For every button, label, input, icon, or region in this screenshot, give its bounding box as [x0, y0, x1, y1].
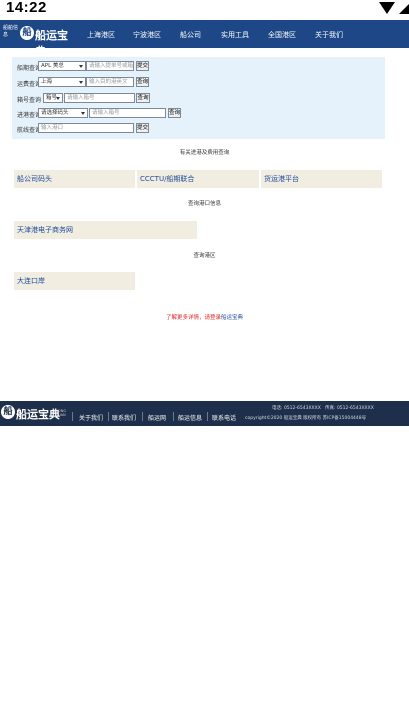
freight-query-button[interactable]: 查询 [136, 77, 149, 87]
logo-mark-icon: 船 [20, 26, 34, 40]
section-link-freight-platform[interactable]: 货运港平台 [261, 170, 382, 188]
nav-ningbo-port[interactable]: 宁波港区 [133, 30, 161, 40]
status-bar: 14:22 [0, 0, 409, 20]
section-link-tianjin[interactable]: 天津港电子商务网 [14, 221, 197, 239]
container-query-button[interactable]: 查询 [136, 93, 150, 103]
site-logo[interactable]: 船 船运宝典 [20, 24, 72, 58]
nav-about-us[interactable]: 关于我们 [315, 30, 343, 40]
wifi-icon [379, 2, 395, 14]
footer-divider [173, 412, 174, 421]
footer-link[interactable]: 船运网 [148, 413, 166, 422]
login-notice: 了解更多详情，请登录船运宝典 [0, 313, 409, 321]
footer-divider [108, 412, 109, 421]
nav-shipping-lines[interactable]: 船公司 [180, 30, 201, 40]
footer-divider [207, 412, 208, 421]
bill-number-input[interactable]: 请输入提单号或箱号 [86, 61, 134, 71]
footer-divider [72, 412, 73, 421]
footer-divider [142, 412, 143, 421]
nav-tools[interactable]: 实用工具 [221, 30, 249, 40]
login-notice-text: 了解更多详情，请登录 [165, 315, 221, 321]
footer-logo-mark-icon: 船 [1, 405, 15, 419]
footer-link[interactable]: 联系我们 [112, 413, 136, 422]
origin-select[interactable]: 上海 [38, 77, 86, 87]
section-link-carrier-terminal[interactable]: 船公司码头 [14, 170, 135, 188]
section-link-ccctu[interactable]: CCCTU/船期联合 [137, 170, 259, 188]
destination-input[interactable]: 输入目的港英文 [86, 77, 134, 87]
footer-link[interactable]: 船运信息 [178, 413, 202, 422]
clock: 14:22 [6, 0, 47, 16]
screen: 14:22 船舶信息 船 船运宝典 上海港区 宁波港区 船公司 实用工具 全国港… [0, 0, 409, 724]
nav-national-ports[interactable]: 全国港区 [268, 30, 296, 40]
footer-fax: 传真: 0512-6543XXXX [325, 406, 374, 411]
logo-text: 船运宝典 [35, 29, 68, 58]
container-type-select[interactable]: 箱号 [43, 93, 63, 103]
footer-phone: 电话: 0512-6543XXXX [272, 406, 321, 411]
footer-link[interactable]: 关于我们 [79, 413, 103, 422]
search-label: 箱号查询 [17, 97, 42, 104]
terminal-query-button[interactable]: 查询 [168, 108, 181, 118]
schedule-submit-button[interactable]: 提交 [136, 61, 149, 71]
login-link[interactable]: 船运宝典 [221, 315, 243, 321]
carrier-select[interactable]: APL 美总 [38, 61, 86, 71]
port-input[interactable]: 输入港口 [38, 123, 134, 133]
nav-shanghai-port[interactable]: 上海港区 [87, 30, 115, 40]
footer-logo[interactable]: 船 船运宝典 ZHONG CHUAN [1, 404, 67, 422]
terminal-container-input[interactable]: 请输入箱号 [89, 108, 166, 118]
signal-icon [399, 2, 409, 14]
section-note: 查询港口信息 [187, 201, 221, 207]
section-link-dalian[interactable]: 大连口岸 [14, 272, 135, 290]
section-note: 有关进港及费用查询 [179, 150, 230, 156]
section-note: 查询港区 [193, 253, 216, 259]
route-submit-button[interactable]: 提交 [136, 123, 149, 133]
brand-tagline: 船舶信息 [3, 25, 19, 38]
footer-logo-sub: ZHONG CHUAN [53, 409, 67, 417]
footer-copyright: copyright©2020 船运宝典 版权所有 苏ICP备15004448号 [245, 416, 367, 421]
footer: 船 船运宝典 ZHONG CHUAN 关于我们 联系我们 船运网 船运信息 联系… [0, 401, 409, 426]
terminal-select[interactable]: 请选择码头 [38, 108, 88, 118]
container-number-input[interactable]: 请输入箱号 [64, 93, 135, 103]
footer-link[interactable]: 联系电话 [212, 413, 236, 422]
